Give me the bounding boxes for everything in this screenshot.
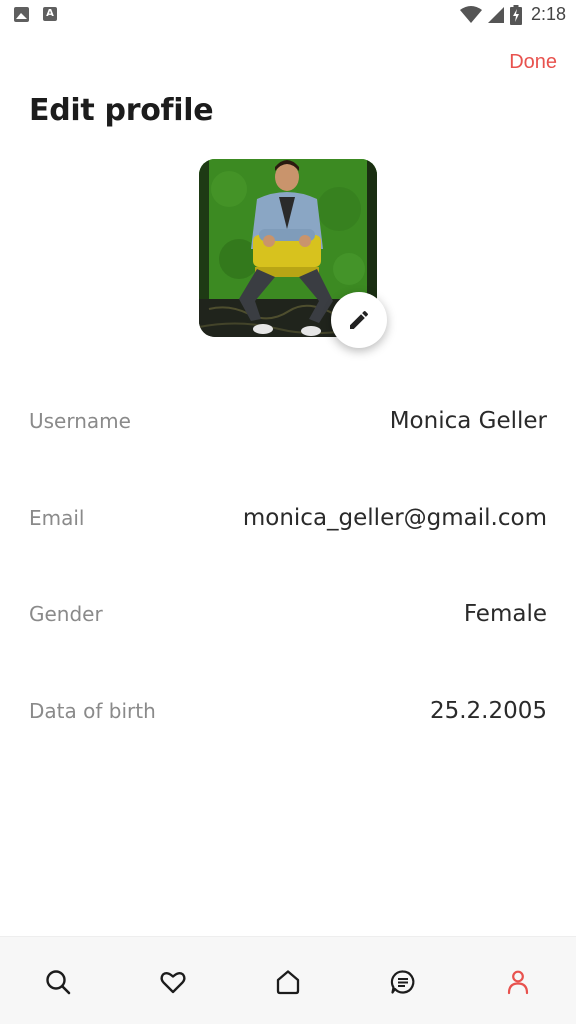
gender-label: Gender [29, 602, 103, 626]
birth-date-row[interactable]: Data of birth 25.2.2005 [29, 691, 547, 731]
birth-date-label: Data of birth [29, 699, 156, 723]
nav-favorites[interactable] [158, 967, 188, 997]
text-a-icon: A [43, 7, 57, 21]
nav-home[interactable] [273, 967, 303, 997]
gender-value[interactable]: Female [464, 601, 547, 627]
status-time: 2:18 [530, 4, 566, 24]
profile-icon [507, 970, 529, 995]
wifi-icon [459, 5, 482, 23]
page-title: Edit profile [29, 93, 214, 128]
status-right-icons: 2:18 [459, 4, 566, 25]
bottom-nav [0, 936, 576, 1024]
nav-profile[interactable] [503, 967, 533, 997]
gender-row[interactable]: Gender Female [29, 594, 547, 634]
heart-icon [160, 971, 186, 994]
chat-icon [390, 970, 415, 994]
search-icon [46, 970, 71, 995]
pencil-icon [350, 310, 369, 329]
email-row[interactable]: Email monica_geller@gmail.com [29, 498, 547, 538]
email-value[interactable]: monica_geller@gmail.com [243, 505, 547, 531]
image-icon [14, 7, 29, 22]
username-label: Username [29, 409, 131, 433]
signal-icon [487, 6, 504, 23]
edit-photo-button[interactable] [331, 292, 387, 348]
done-button[interactable]: Done [509, 51, 557, 74]
status-bar: A 2:18 [0, 0, 576, 32]
battery-charging-icon [509, 4, 522, 25]
status-left-icons: A [14, 7, 57, 22]
username-row[interactable]: Username Monica Geller [29, 401, 547, 441]
nav-messages[interactable] [388, 967, 418, 997]
email-label: Email [29, 506, 85, 530]
username-value[interactable]: Monica Geller [390, 408, 547, 434]
birth-date-value[interactable]: 25.2.2005 [430, 698, 547, 724]
nav-search[interactable] [43, 967, 73, 997]
home-icon [276, 970, 300, 995]
